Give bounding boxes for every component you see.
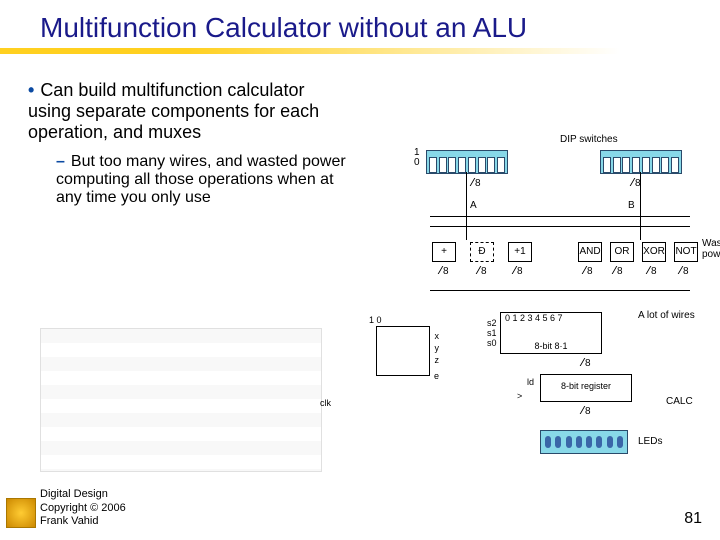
page-number: 81 [684, 510, 702, 528]
mux-top: 0 1 2 3 4 5 6 7 [501, 313, 601, 323]
title-underline [0, 48, 620, 54]
op-not: NOT [674, 242, 698, 262]
bus-8: 8 [440, 266, 449, 277]
table-figure [40, 328, 322, 472]
dip-switch-b [600, 150, 682, 174]
wire [430, 226, 690, 227]
circuit-diagram: DIP switches 10 8 8 A B + Ð +1 AND OR XO… [370, 150, 710, 490]
bus-8: 8 [614, 266, 623, 277]
controller: 1 0 x y z e [376, 326, 430, 376]
reg-label: 8-bit register [541, 375, 631, 391]
ctrl-x: x [435, 331, 440, 341]
label-b: B [628, 200, 635, 211]
bullet-sub: But too many wires, and wasted power com… [56, 153, 346, 206]
mux: 0 1 2 3 4 5 6 7 s2s1s0 8-bit 8·1 [500, 312, 602, 354]
leds [540, 430, 628, 454]
wire [640, 172, 641, 240]
bullets: •Can build multifunction calculator usin… [28, 80, 348, 207]
wire [430, 290, 690, 291]
ctrl-top: 1 0 [369, 315, 382, 325]
bus-8: 8 [648, 266, 657, 277]
calc-label: CALC [666, 396, 693, 407]
bus-8: 8 [584, 266, 593, 277]
mux-side: s2s1s0 [487, 319, 497, 349]
alot-label: A lot of wires [638, 310, 695, 321]
slide-title: Multifunction Calculator without an ALU [0, 0, 720, 48]
op-and: AND [578, 242, 602, 262]
bus-8-a: 8 [472, 178, 481, 189]
bullet-main: Can build multifunction calculator using… [28, 80, 319, 142]
dip-label: DIP switches [560, 134, 618, 145]
bus-8: 8 [582, 406, 591, 417]
wire [430, 216, 690, 217]
op-sub: Ð [470, 242, 494, 262]
ctrl-z: z [435, 355, 440, 365]
footer: Digital Design Copyright © 2006 Frank Va… [40, 488, 126, 528]
op-add: + [432, 242, 456, 262]
bus-8: 8 [680, 266, 689, 277]
bullet-dot: • [28, 80, 34, 100]
clk-label: clk [320, 398, 331, 408]
ctrl-y: y [435, 343, 440, 353]
reg-clk: > [517, 391, 522, 401]
reg-ld: ld [527, 377, 534, 387]
op-xor: XOR [642, 242, 666, 262]
ctrl-e: e [434, 371, 439, 381]
register: ld > 8-bit register [540, 374, 632, 402]
op-or: OR [610, 242, 634, 262]
bus-8: 8 [514, 266, 523, 277]
mux-label: 8-bit 8·1 [501, 341, 601, 351]
footer-icon [6, 498, 36, 528]
bullet-dash: – [56, 153, 65, 170]
wasted-label: Wasted power [702, 238, 720, 260]
leds-label: LEDs [638, 436, 662, 447]
bus-8: 8 [582, 358, 591, 369]
wire [466, 172, 467, 240]
label-a: A [470, 200, 477, 211]
op-inc: +1 [508, 242, 532, 262]
dip-switch-a [426, 150, 508, 174]
dip-bits: 10 [414, 148, 420, 168]
bus-8: 8 [478, 266, 487, 277]
